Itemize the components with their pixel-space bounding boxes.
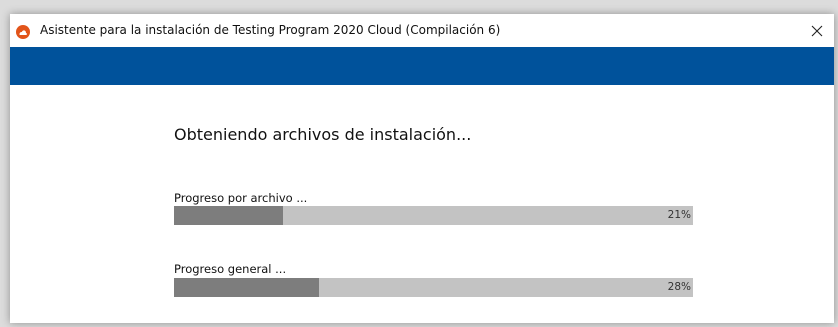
title-bar[interactable]: Asistente para la instalación de Testing… <box>10 14 834 47</box>
header-band <box>10 47 834 85</box>
status-text: Obteniendo archivos de instalación... <box>174 125 472 144</box>
app-logo-icon <box>16 24 30 39</box>
overall-progress-label: Progreso general ... <box>174 262 287 276</box>
overall-progress-percent: 28% <box>667 281 691 293</box>
installer-window: Asistente para la instalación de Testing… <box>10 14 834 323</box>
window-title: Asistente para la instalación de Testing… <box>40 23 501 37</box>
file-progress-percent: 21% <box>667 209 691 221</box>
overall-progress-bar: 28% <box>174 278 693 297</box>
overall-progress-fill <box>174 278 320 297</box>
file-progress-label: Progreso por archivo ... <box>174 191 308 205</box>
close-icon[interactable] <box>800 14 834 47</box>
file-progress-bar: 21% <box>174 206 693 225</box>
content-area: Obteniendo archivos de instalación... Pr… <box>10 85 834 323</box>
file-progress-fill <box>174 206 283 225</box>
